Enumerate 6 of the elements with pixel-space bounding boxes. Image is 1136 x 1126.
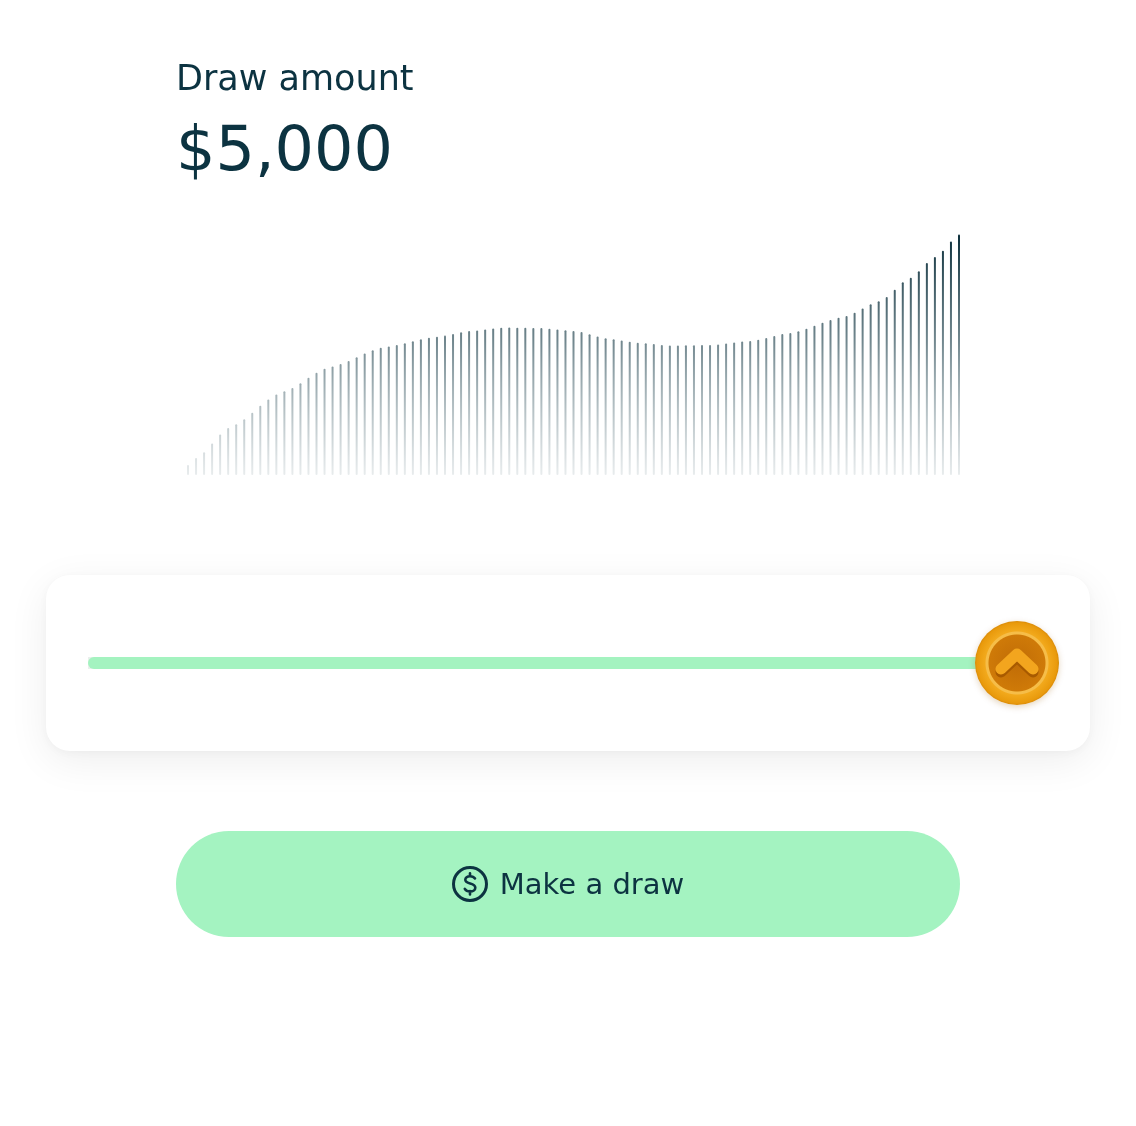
chevron-up-icon <box>994 648 1040 678</box>
draw-amount-label: Draw amount <box>176 57 414 100</box>
dollar-circle-icon <box>451 866 488 902</box>
draw-amount-value: $5,000 <box>176 113 393 185</box>
make-draw-button[interactable]: Make a draw <box>176 831 960 937</box>
slider-thumb[interactable] <box>975 621 1059 705</box>
